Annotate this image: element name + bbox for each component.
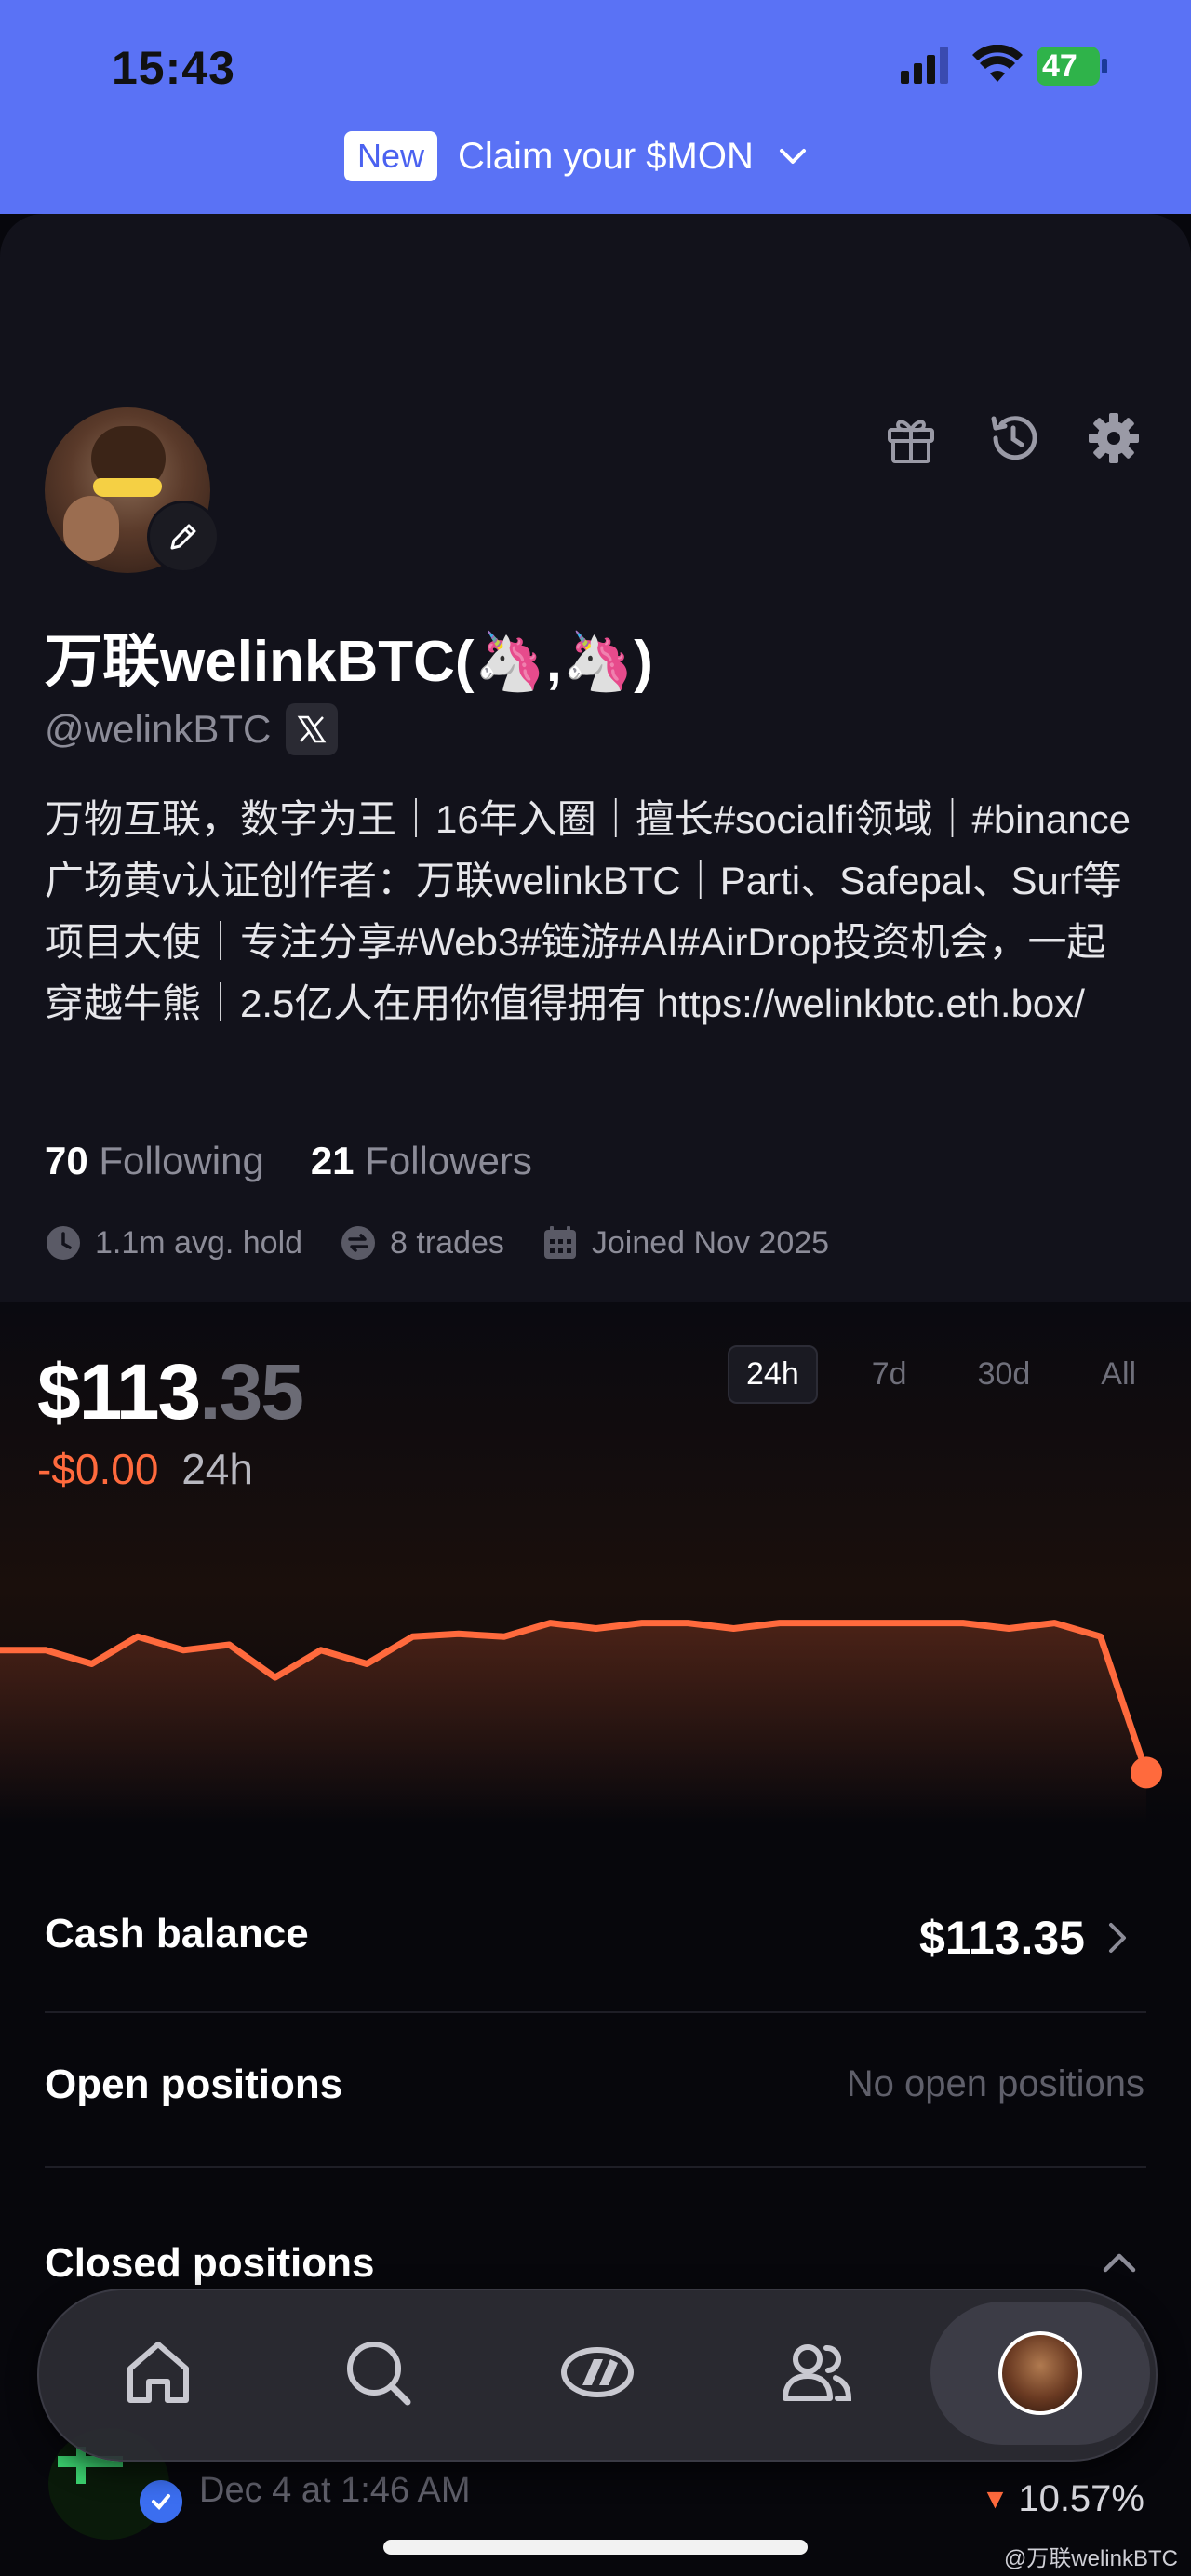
profile-meta: 1.1m avg. hold 8 trades Joined Nov 2025 xyxy=(45,1224,829,1261)
calendar-icon xyxy=(543,1226,576,1259)
display-name: 万联welinkBTC(🦄,🦄) xyxy=(45,630,653,694)
position-change-value: 10.57% xyxy=(1018,2478,1144,2519)
profile-bio: 万物互联，数字为王｜16年入圈｜擅长#socialfi领域｜#binance 广… xyxy=(45,797,1131,1025)
range-tabs: 24h 7d 30d All xyxy=(728,1345,1153,1404)
position-date: Dec 4 at 1:46 AM xyxy=(199,2471,471,2510)
chart-area-fill xyxy=(0,1622,1146,1823)
followers-label: Followers xyxy=(365,1139,532,1182)
range-tab-24h[interactable]: 24h xyxy=(728,1345,818,1404)
change-period: 24h xyxy=(181,1445,253,1493)
closed-positions-label: Closed positions xyxy=(45,2240,375,2286)
handle-row: @welinkBTC xyxy=(45,703,339,755)
following-count: 70 xyxy=(45,1139,88,1182)
open-positions-empty: No open positions xyxy=(846,2063,1144,2104)
chevron-down-icon xyxy=(779,149,806,164)
history-icon[interactable] xyxy=(984,409,1042,467)
wifi-icon xyxy=(972,45,1023,82)
cash-balance-row[interactable]: $113.35 xyxy=(919,1911,1131,1965)
x-link-button[interactable] xyxy=(286,703,339,755)
battery-indicator: 47 xyxy=(1037,47,1111,86)
cellular-signal-icon xyxy=(901,47,948,84)
x-logo-icon xyxy=(298,715,327,743)
followers-count: 21 xyxy=(310,1139,355,1182)
status-time: 15:43 xyxy=(112,42,235,94)
gear-icon[interactable] xyxy=(1085,409,1143,467)
home-icon[interactable] xyxy=(121,2335,195,2409)
followers-link[interactable]: 21 Followers xyxy=(311,1139,532,1183)
clock-icon xyxy=(47,1226,80,1260)
trade-icon[interactable] xyxy=(553,2335,642,2409)
value-cents: .35 xyxy=(199,1348,304,1435)
avg-hold-text: 1.1m avg. hold xyxy=(95,1224,303,1261)
nav-avatar xyxy=(998,2331,1082,2415)
portfolio-chart[interactable] xyxy=(0,1544,1191,1823)
value-whole: $113 xyxy=(37,1348,201,1435)
range-tab-30d[interactable]: 30d xyxy=(961,1347,1048,1402)
trades-count: 8 trades xyxy=(340,1224,504,1261)
checkmark-icon xyxy=(152,2494,170,2510)
position-change: ▼ 10.57% xyxy=(982,2478,1144,2520)
cash-balance-value: $113.35 xyxy=(919,1912,1085,1964)
open-positions-label: Open positions xyxy=(45,2062,343,2107)
portfolio-value: $113.35 xyxy=(37,1347,304,1437)
battery-level: 47 xyxy=(1042,48,1077,84)
following-link[interactable]: 70 Following xyxy=(45,1139,264,1183)
joined-date: Joined Nov 2025 xyxy=(542,1224,829,1261)
trades-text: 8 trades xyxy=(390,1224,504,1261)
avg-hold: 1.1m avg. hold xyxy=(45,1224,302,1261)
nav-profile-tab[interactable] xyxy=(930,2302,1150,2445)
chart-end-dot xyxy=(1131,1756,1162,1789)
claim-promo-banner[interactable]: New Claim your $MON xyxy=(344,128,811,184)
friends-icon[interactable] xyxy=(780,2335,854,2409)
promo-text: Claim your $MON xyxy=(458,135,754,177)
cash-balance-label: Cash balance xyxy=(45,1911,309,1956)
pencil-icon xyxy=(170,524,196,550)
gift-icon[interactable] xyxy=(882,409,940,467)
edit-avatar-button[interactable] xyxy=(147,501,220,573)
range-tab-7d[interactable]: 7d xyxy=(855,1347,924,1402)
swap-icon xyxy=(341,1226,376,1260)
follow-stats: 70 Following 21 Followers xyxy=(45,1139,532,1183)
down-arrow-icon: ▼ xyxy=(981,2483,1010,2515)
verified-badge xyxy=(140,2480,182,2523)
following-label: Following xyxy=(99,1139,264,1182)
divider xyxy=(45,2011,1146,2013)
value-change: -$0.00 24h xyxy=(37,1444,253,1494)
chevron-up-icon[interactable] xyxy=(1098,2244,1141,2281)
search-icon[interactable] xyxy=(341,2335,415,2409)
joined-text: Joined Nov 2025 xyxy=(591,1224,830,1261)
divider xyxy=(45,2166,1146,2168)
chevron-right-icon xyxy=(1109,1923,1126,1953)
range-tab-all[interactable]: All xyxy=(1084,1347,1153,1402)
new-badge: New xyxy=(344,131,438,181)
user-handle: @welinkBTC xyxy=(45,707,272,751)
home-indicator xyxy=(383,2540,808,2555)
change-amount: -$0.00 xyxy=(37,1445,159,1493)
watermark-text: @万联welinkBTC xyxy=(1003,2546,1178,2571)
